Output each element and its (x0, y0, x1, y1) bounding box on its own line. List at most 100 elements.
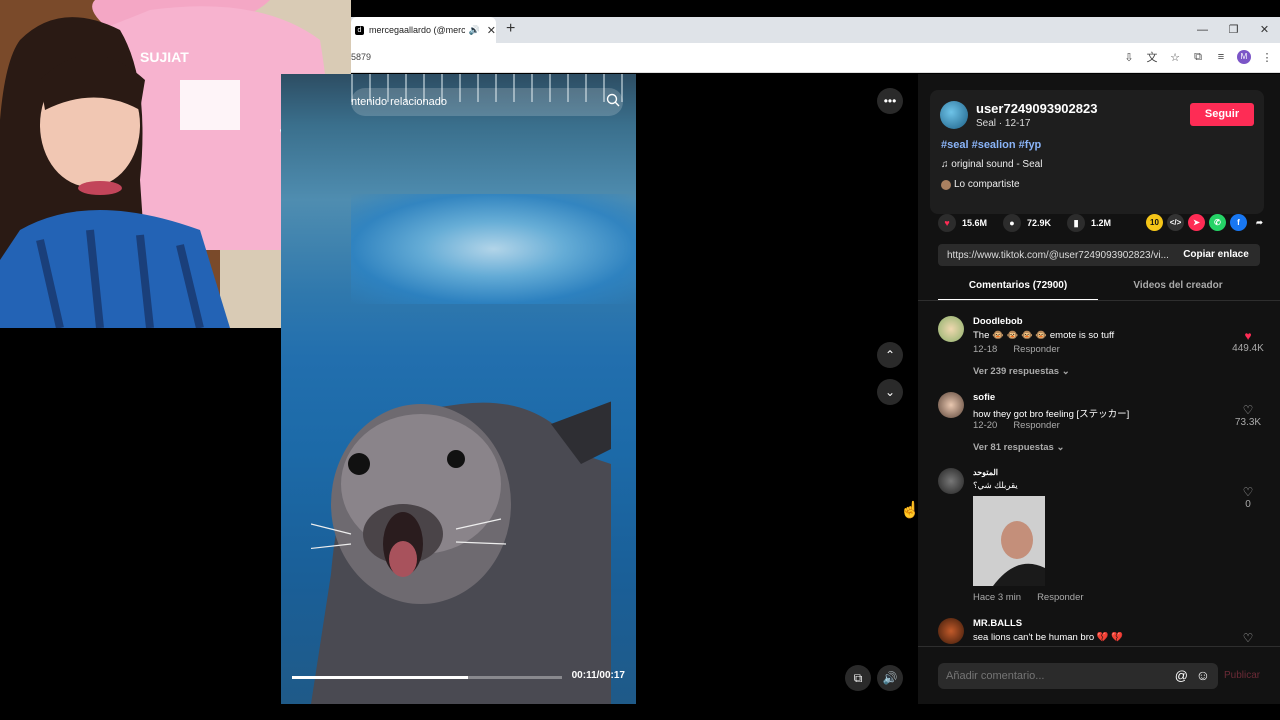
screen: SUJIAT d mercegaallardo (@mercega 🔊 ✕ + … (0, 0, 1280, 720)
comment-avatar[interactable] (938, 316, 964, 342)
media-queue-icon[interactable]: ≡ (1214, 51, 1228, 63)
sound-row[interactable]: ♫ original sound - Seal (941, 159, 1042, 170)
next-video-button[interactable]: ⌄ (877, 379, 903, 405)
hashtags[interactable]: #seal #sealion #fyp (941, 139, 1041, 151)
reply-button[interactable]: Responder (1037, 592, 1083, 603)
comment-meta: 12-18 Responder (973, 344, 1060, 355)
music-note-icon: ♫ (941, 159, 952, 170)
previous-video-button[interactable]: ⌃ (877, 342, 903, 368)
close-tab-icon[interactable]: ✕ (487, 24, 496, 37)
svg-text:SUJIAT: SUJIAT (140, 49, 189, 65)
mention-icon[interactable]: @ (1175, 668, 1188, 683)
tab-audio-icon[interactable]: 🔊 (469, 25, 480, 36)
reply-button[interactable]: Responder (1013, 344, 1059, 355)
related-search-text[interactable]: ntenido relacionado (351, 96, 447, 108)
more-options-button[interactable]: ••• (877, 88, 903, 114)
comment-user[interactable]: المتوحد (973, 468, 998, 477)
author-avatar[interactable] (940, 101, 968, 129)
comment-item: Doodlebob The 🐵 🐵 🐵 🐵 emote is so tuff 1… (938, 316, 1272, 386)
comment-like[interactable]: ♡ 0 (1228, 486, 1268, 511)
view-replies-button[interactable]: Ver 81 respuestas ⌄ (973, 442, 1064, 453)
comment-image[interactable] (973, 496, 1045, 586)
heart-outline-icon[interactable]: ♡ (1228, 486, 1268, 499)
heart-outline-icon[interactable]: ♡ (1228, 404, 1268, 417)
publish-button[interactable]: Publicar (1224, 670, 1260, 681)
shared-row: Lo compartiste (941, 179, 1020, 190)
bookmark-star-icon[interactable]: ☆ (1168, 51, 1182, 64)
send-icon[interactable]: ➤ (1188, 214, 1205, 231)
minimize-icon[interactable]: — (1187, 17, 1218, 43)
save-stat[interactable]: ▮ 1.2M (1067, 214, 1111, 232)
comment-avatar[interactable] (938, 392, 964, 418)
comment-like-count: 0 (1245, 499, 1251, 510)
like-stat[interactable]: ♥ 15.6M (938, 214, 987, 232)
heart-outline-icon[interactable]: ♡ (1228, 632, 1268, 645)
shared-avatar (941, 179, 951, 190)
sea-lion-image (311, 401, 611, 704)
sound-name[interactable]: original sound - Seal (951, 159, 1042, 170)
comment-like[interactable]: ♡ (1228, 632, 1268, 645)
restore-icon[interactable]: ❐ (1218, 17, 1249, 43)
heart-icon[interactable]: ♥ (938, 214, 956, 232)
comment-user[interactable]: Doodlebob (973, 316, 1023, 327)
comment-image-photo (973, 496, 1045, 586)
comment-avatar[interactable] (938, 468, 964, 494)
comment-text: sea lions can't be human bro 💔 💔 (973, 632, 1124, 643)
view-replies-button[interactable]: Ver 239 respuestas ⌄ (973, 366, 1070, 377)
comment-like[interactable]: ♡ 73.3K (1228, 404, 1268, 429)
tab-title: mercegaallardo (@mercega (368, 25, 465, 35)
save-count: 1.2M (1091, 218, 1112, 228)
profile-avatar[interactable]: M (1237, 50, 1251, 64)
url-text[interactable]: 5879 (351, 52, 371, 62)
heart-filled-icon[interactable]: ♥ (1228, 330, 1268, 343)
comment-avatar[interactable] (938, 618, 964, 644)
comment-like-count: 73.3K (1234, 417, 1262, 428)
whatsapp-icon[interactable]: ✆ (1209, 214, 1226, 231)
browser-menu-icon[interactable]: ⋮ (1260, 51, 1274, 64)
author-name[interactable]: user7249093902823 (976, 101, 1097, 116)
video-progress-bar[interactable] (292, 676, 562, 679)
browser-tab[interactable]: d mercegaallardo (@mercega 🔊 ✕ (351, 17, 496, 43)
new-tab-button[interactable]: + (506, 20, 515, 38)
tab-creator-videos[interactable]: Videos del creador (1098, 280, 1258, 291)
extensions-icon[interactable]: ⧉ (1191, 51, 1205, 64)
comment-input[interactable] (946, 668, 1166, 684)
mini-player-button[interactable]: ⧉ (845, 665, 871, 691)
details-panel: user7249093902823 Seal · 12-17 Seguir #s… (918, 74, 1280, 704)
close-window-icon[interactable]: ✕ (1249, 17, 1280, 43)
video-progress-fill (292, 676, 468, 679)
comment-date: Hace 3 min (973, 592, 1022, 603)
comment-text: The 🐵 🐵 🐵 🐵 emote is so tuff (973, 330, 1115, 341)
embed-icon[interactable]: </> (1167, 214, 1184, 231)
comment-text: يقربلك شي؟ (973, 480, 1018, 490)
comment-meta: 12-20 Responder (973, 420, 1060, 431)
comment-meta: Hace 3 min Responder (973, 592, 1084, 603)
bookmark-icon[interactable]: ▮ (1067, 214, 1086, 232)
comment-stat[interactable]: ● 72.9K (1003, 214, 1051, 232)
translate-icon[interactable]: 文 (1145, 49, 1159, 65)
coin-icon[interactable]: 10 (1146, 214, 1163, 231)
tab-comments[interactable]: Comentarios (72900) (938, 280, 1098, 291)
reply-button[interactable]: Responder (1013, 420, 1059, 431)
video-link[interactable]: https://www.tiktok.com/@user724909390282… (947, 250, 1169, 261)
install-app-icon[interactable]: ⇩ (1122, 51, 1136, 64)
like-count: 15.6M (962, 218, 988, 228)
link-box: https://www.tiktok.com/@user724909390282… (938, 244, 1260, 266)
search-icon[interactable] (606, 93, 620, 107)
emoji-icon[interactable]: ☺ (1196, 667, 1210, 683)
video-player[interactable]: ntenido relacionado 00:11/00:17 (281, 74, 636, 704)
comment-like[interactable]: ♥ 449.4K (1228, 330, 1268, 355)
comment-user[interactable]: MR.BALLS (973, 618, 1022, 629)
follow-button[interactable]: Seguir (1190, 103, 1254, 126)
facebook-icon[interactable]: f (1230, 214, 1247, 231)
toolbar-icons: ⇩ 文 ☆ ⧉ ≡ M ⋮ (1122, 49, 1274, 65)
comment-user[interactable]: sofie (973, 392, 995, 403)
volume-button[interactable]: 🔊 (877, 665, 903, 691)
address-bar: 5879 ⇩ 文 ☆ ⧉ ≡ M ⋮ (351, 43, 1280, 73)
share-arrow-icon[interactable]: ➦ (1251, 214, 1268, 231)
pool-water (351, 194, 636, 304)
copy-link-button[interactable]: Copiar enlace (1172, 244, 1260, 266)
browser-tab-bar: d mercegaallardo (@mercega 🔊 ✕ + — ❐ ✕ (351, 17, 1280, 43)
share-icons: 10 </> ➤ ✆ f ➦ (1146, 214, 1268, 231)
comment-icon[interactable]: ● (1003, 214, 1022, 232)
